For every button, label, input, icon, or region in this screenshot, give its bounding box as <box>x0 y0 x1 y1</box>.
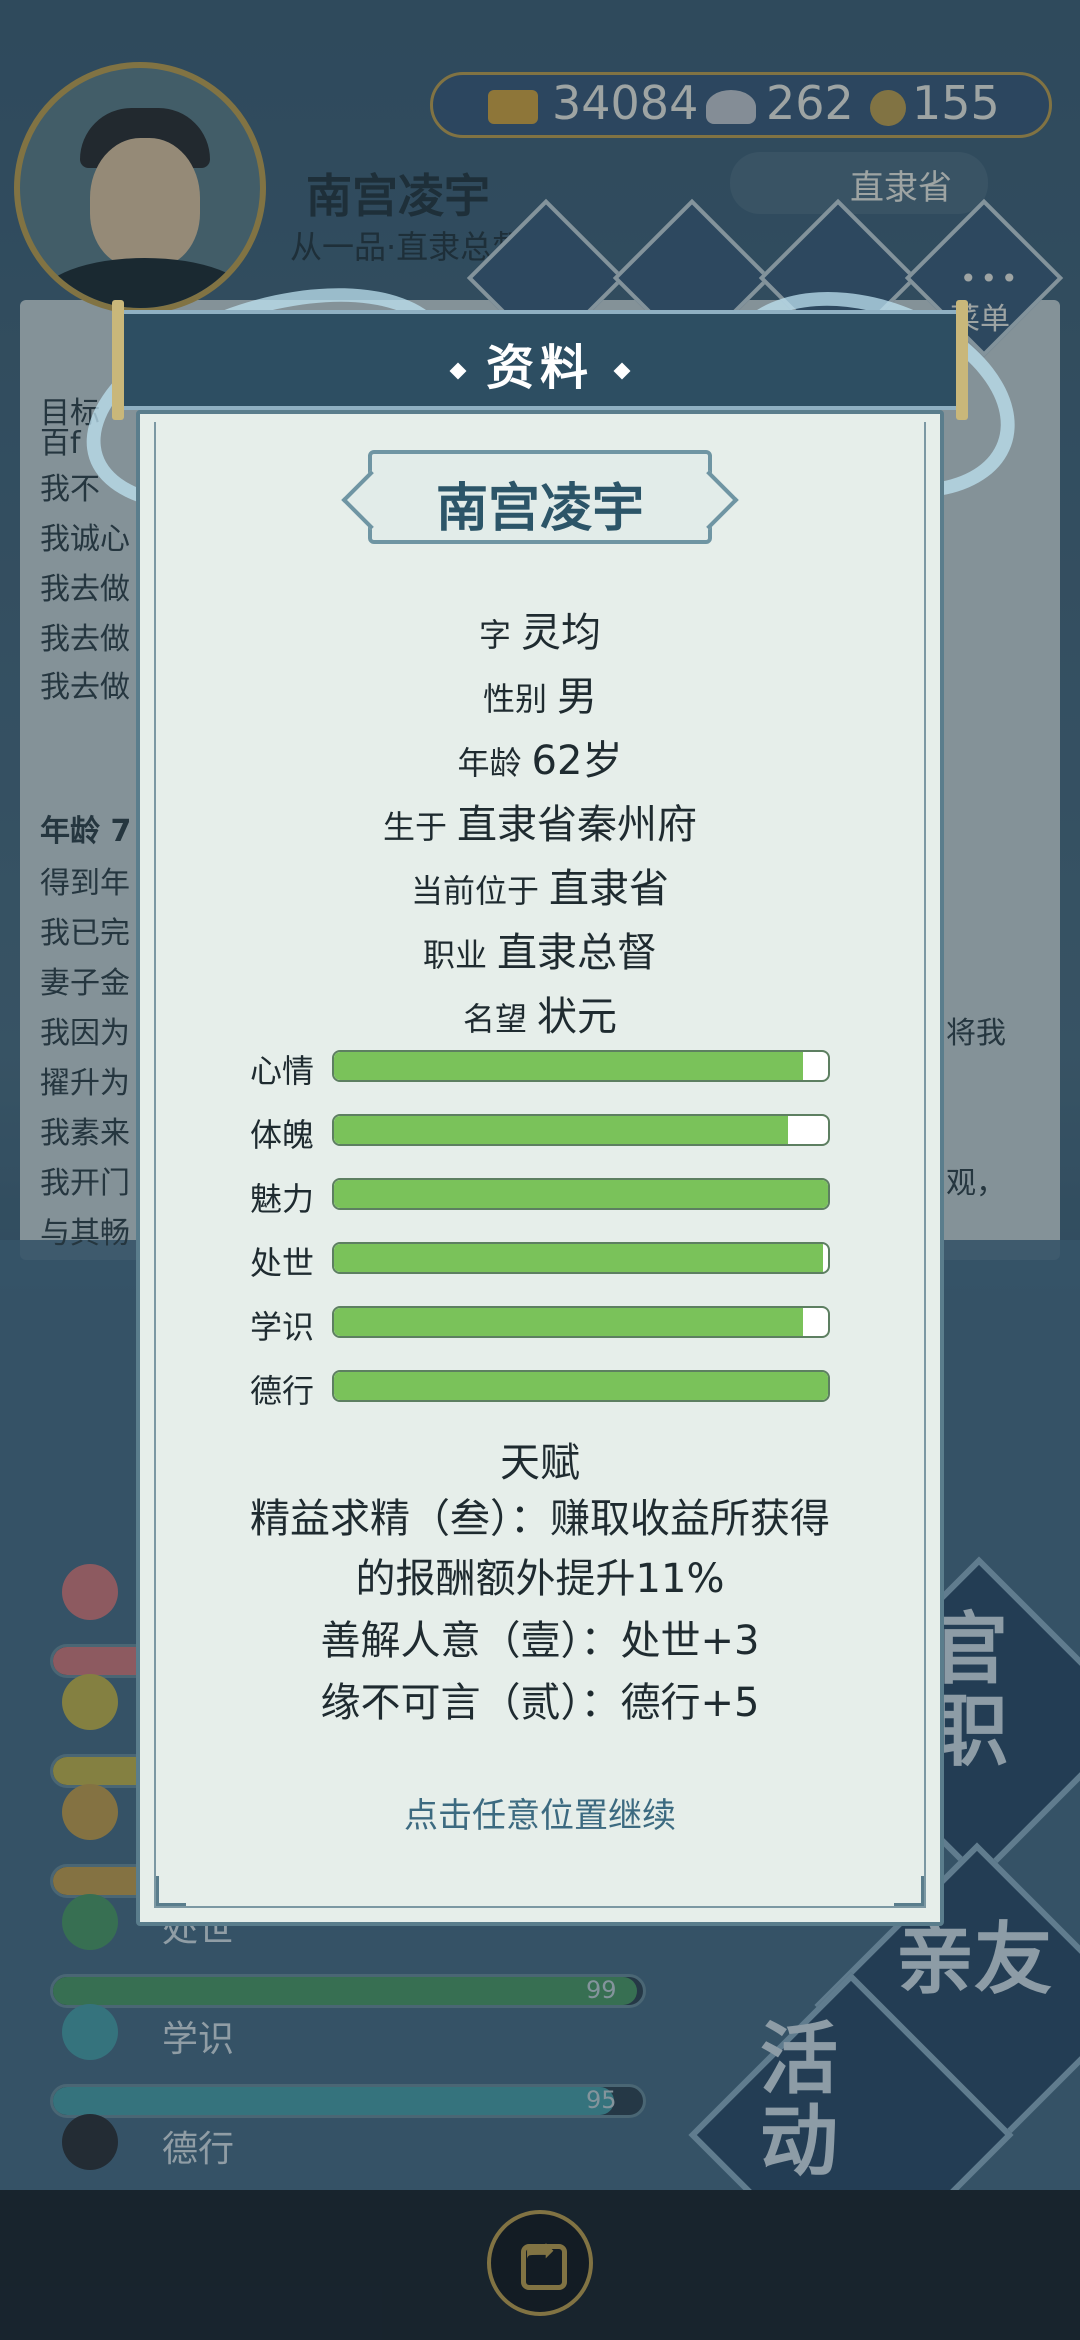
stat-bar-fill <box>334 1308 804 1336</box>
info-label: 职业 <box>422 936 487 974</box>
info-birthplace: 生于 直隶省秦州府 <box>136 792 944 850</box>
name-plate: 南宫凌宇 <box>368 450 712 544</box>
info-value: 直隶总督 <box>497 930 657 976</box>
stat-label: 心情 <box>250 1052 315 1090</box>
stat-bar-fill <box>334 1372 828 1400</box>
info-reputation: 名望 状元 <box>136 984 944 1042</box>
stat-bar <box>332 1178 830 1210</box>
stat-label: 处世 <box>250 1244 315 1282</box>
info-label: 年龄 <box>457 744 522 782</box>
info-courtesy-name: 字灵均 <box>136 600 944 658</box>
modal-title-text: 资料 <box>485 340 594 396</box>
corner-ornament <box>894 1876 924 1906</box>
info-label: 字 <box>478 616 511 654</box>
modal-header: 资料 <box>116 310 964 410</box>
modal-title: 资料 <box>120 328 960 398</box>
info-label: 性别 <box>482 680 547 718</box>
diamond-dot-icon <box>613 362 631 380</box>
stat-bar-fill <box>334 1180 828 1208</box>
stat-label: 魅力 <box>250 1180 315 1218</box>
info-value: 状元 <box>537 994 617 1040</box>
info-value: 直隶省 <box>549 866 669 912</box>
talent-line: 精益求精（叁）：赚取收益所获得 <box>250 1496 830 1542</box>
stat-bar <box>332 1114 830 1146</box>
info-location: 当前位于 直隶省 <box>136 856 944 914</box>
info-value: 直隶省秦州府 <box>457 802 697 848</box>
corner-ornament <box>156 1876 186 1906</box>
info-label: 当前位于 <box>410 872 539 910</box>
stat-bar <box>332 1050 830 1082</box>
stat-label: 体魄 <box>250 1116 315 1154</box>
talent-heading: 天赋 <box>500 1440 580 1486</box>
scroll-rod-left <box>112 300 124 420</box>
talent-line: 缘不可言（贰）：德行+5 <box>320 1680 760 1726</box>
scroll-rod-right <box>956 300 968 420</box>
continue-hint[interactable]: 点击任意位置继续 <box>136 1788 944 1837</box>
info-value: 62岁 <box>531 738 623 784</box>
diamond-dot-icon <box>449 362 467 380</box>
character-name: 南宫凌宇 <box>435 479 644 539</box>
info-gender: 性别男 <box>136 664 944 722</box>
stat-bar <box>332 1306 830 1338</box>
talent-line: 的报酬额外提升11% <box>355 1556 725 1602</box>
stat-label: 学识 <box>250 1308 315 1346</box>
stat-bar-fill <box>334 1244 824 1272</box>
stat-bar <box>332 1370 830 1402</box>
stat-bar <box>332 1242 830 1274</box>
info-occupation: 职业 直隶总督 <box>136 920 944 978</box>
info-value: 灵均 <box>521 610 601 656</box>
talent-line: 善解人意（壹）：处世+3 <box>320 1618 760 1664</box>
info-label: 生于 <box>382 808 447 846</box>
stat-bar-fill <box>334 1052 804 1080</box>
info-label: 名望 <box>462 1000 527 1038</box>
info-value: 男 <box>557 674 597 720</box>
stat-bar-fill <box>334 1116 789 1144</box>
stat-label: 德行 <box>250 1372 315 1410</box>
info-age: 年龄 62岁 <box>136 728 944 786</box>
